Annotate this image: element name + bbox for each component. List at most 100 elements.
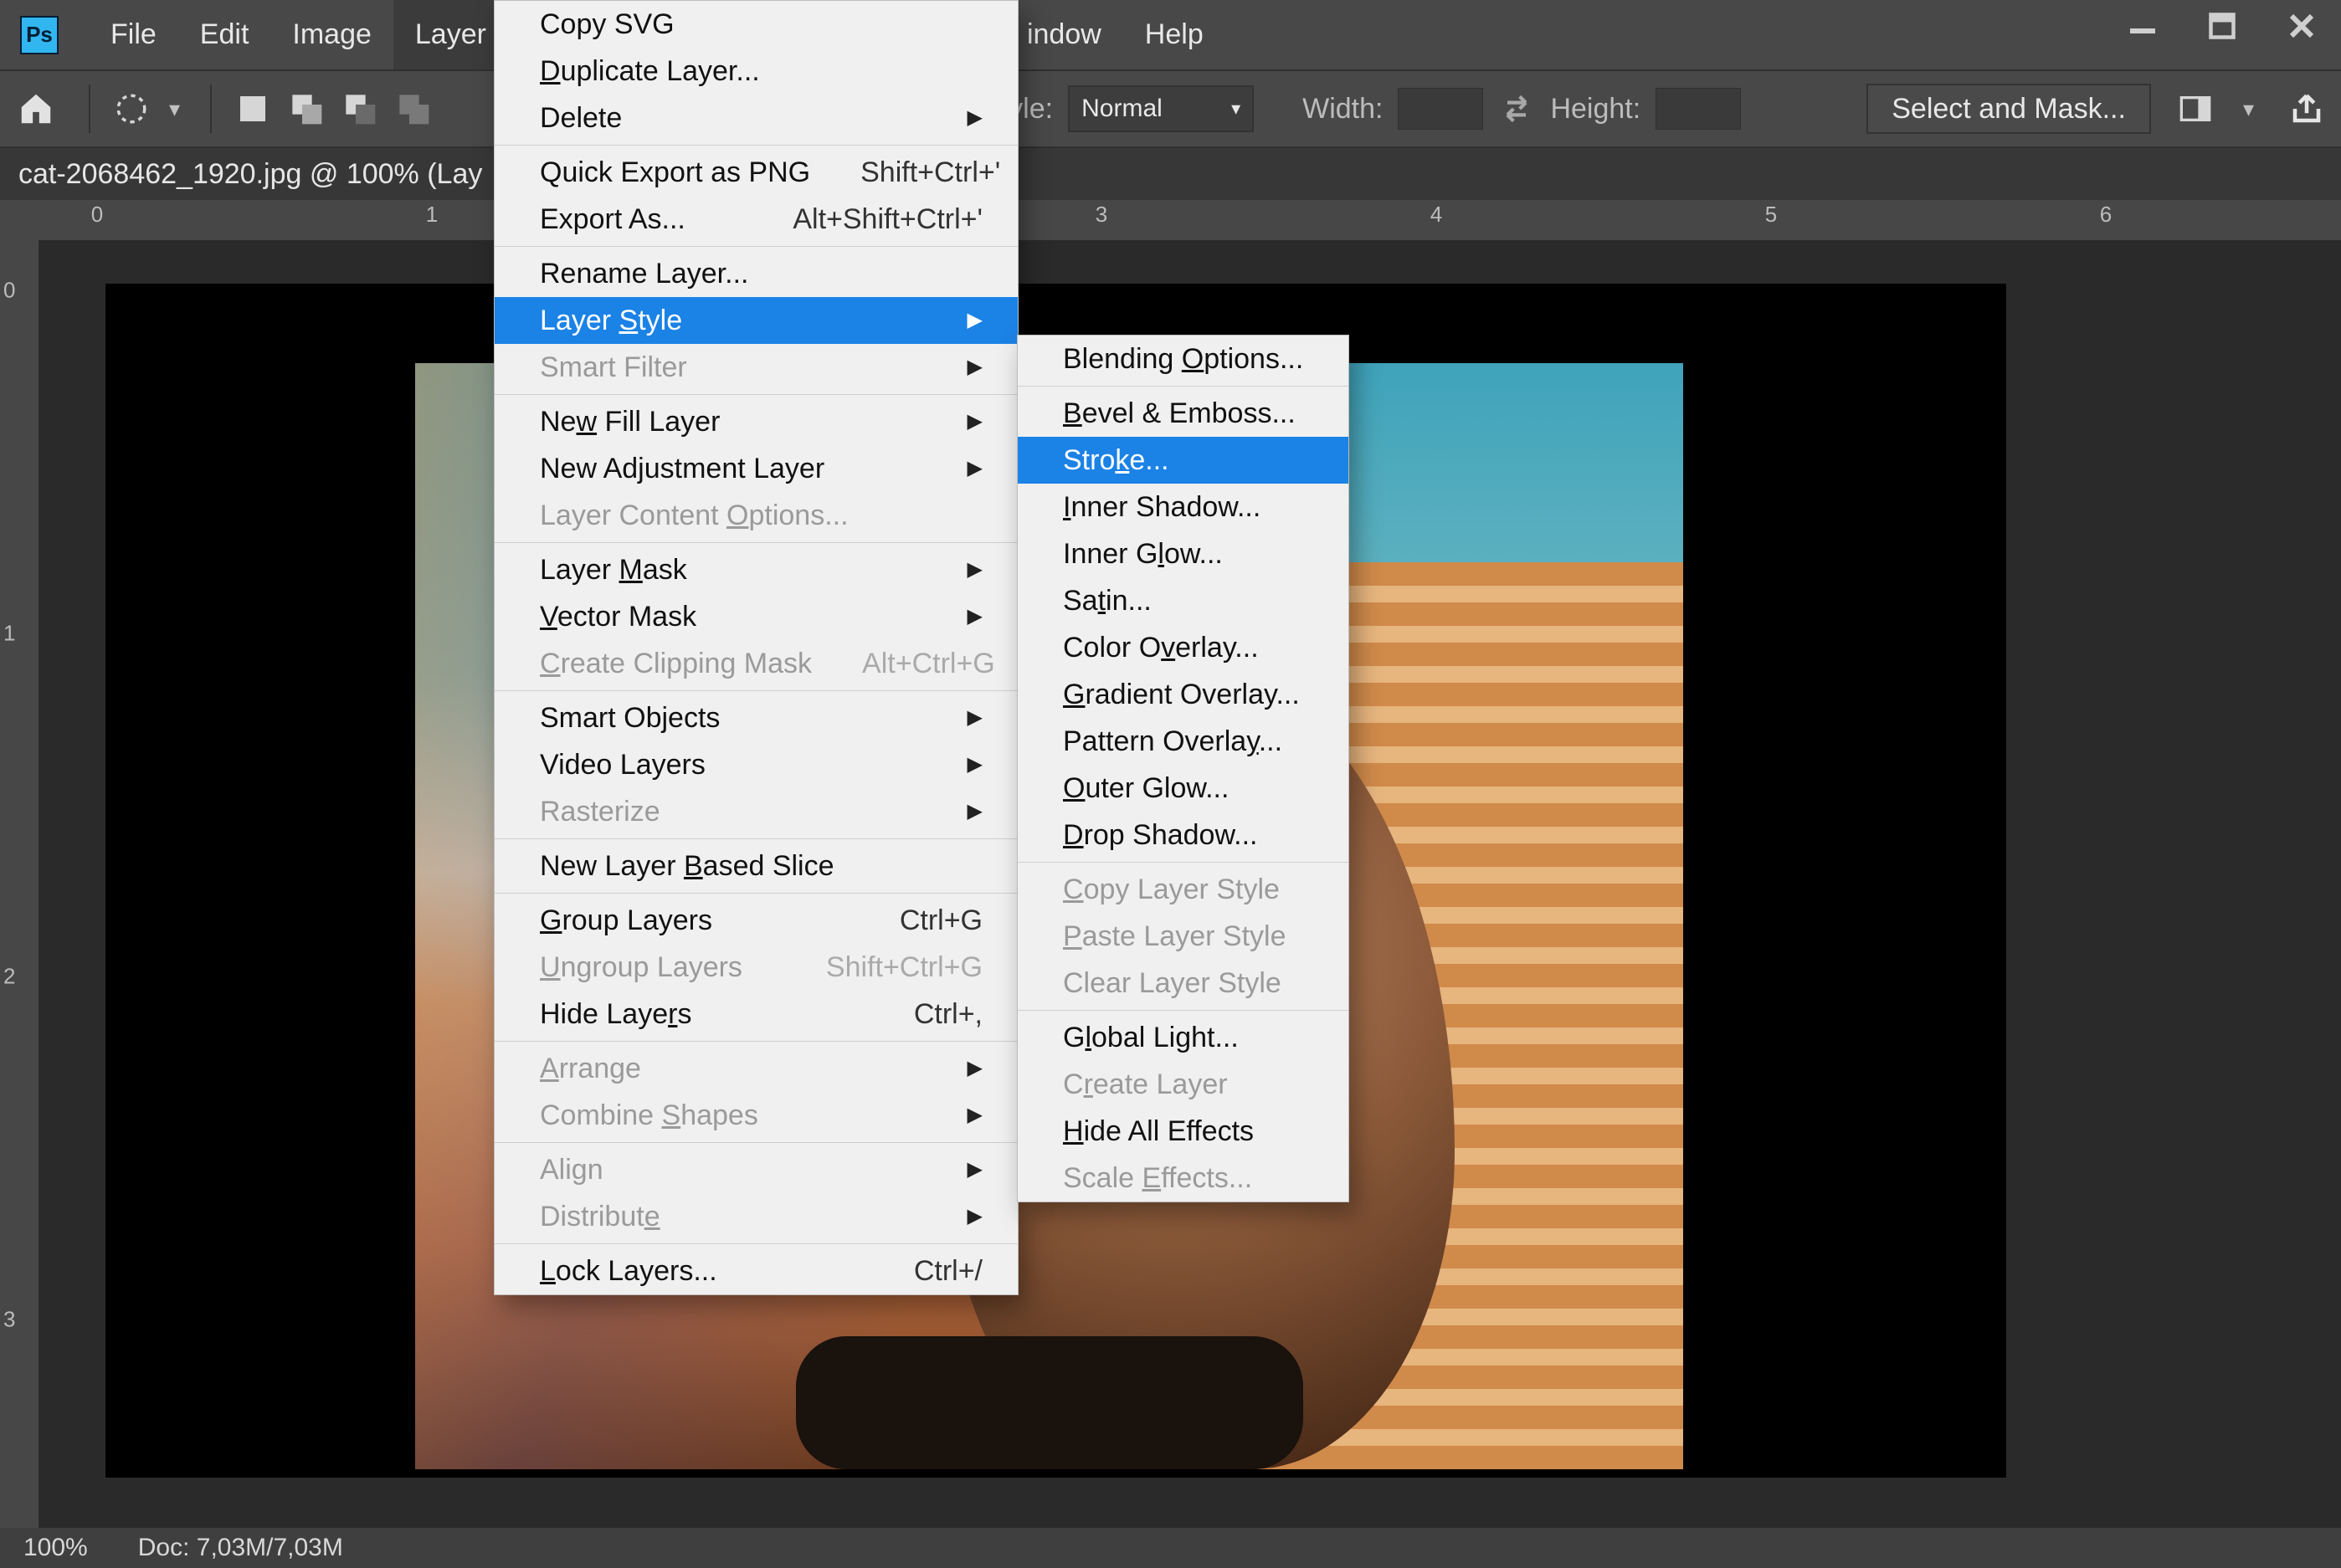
- menu-item-label: Export As...: [540, 205, 685, 233]
- menu-item-label: Bevel & Emboss...: [1063, 399, 1296, 428]
- menu-window[interactable]: indow: [1027, 0, 1123, 69]
- selection-new-icon[interactable]: [234, 90, 272, 128]
- style-menu-item-global-light[interactable]: Global Light...: [1018, 1014, 1348, 1061]
- menu-item-shortcut: Shift+Ctrl+': [860, 158, 1000, 187]
- layer-menu-item-new-layer-based-slice[interactable]: New Layer Based Slice: [495, 843, 1018, 889]
- layer-menu-item-smart-objects[interactable]: Smart Objects ▶: [495, 694, 1018, 741]
- menu-item-label: Layer Style: [540, 306, 682, 335]
- chevron-down-icon[interactable]: ▾: [169, 96, 180, 122]
- maximize-icon[interactable]: [2182, 7, 2261, 44]
- menu-item-label: New Layer Based Slice: [540, 852, 834, 880]
- window-controls: [2102, 0, 2341, 61]
- select-and-mask-button[interactable]: Select and Mask...: [1866, 84, 2151, 134]
- height-input[interactable]: [1656, 88, 1741, 130]
- style-menu-item-bevel-emboss[interactable]: Bevel & Emboss...: [1018, 390, 1348, 437]
- divider: [89, 85, 90, 133]
- status-docsize[interactable]: Doc: 7,03M/7,03M: [138, 1534, 343, 1562]
- layer-menu-item-rename-layer[interactable]: Rename Layer...: [495, 250, 1018, 297]
- menu-layer[interactable]: Layer: [393, 0, 508, 69]
- menu-image[interactable]: Image: [270, 0, 393, 69]
- layer-menu-item-vector-mask[interactable]: Vector Mask▶: [495, 593, 1018, 640]
- width-input[interactable]: [1398, 88, 1483, 130]
- selection-intersect-icon[interactable]: [394, 90, 433, 128]
- style-menu-item-satin[interactable]: Satin...: [1018, 577, 1348, 624]
- layer-menu-item-hide-layers[interactable]: Hide LayersCtrl+,: [495, 991, 1018, 1038]
- style-menu-item-paste-layer-style: Paste Layer Style: [1018, 913, 1348, 960]
- menu-item-shortcut: Alt+Shift+Ctrl+': [793, 205, 983, 233]
- share-icon[interactable]: [2287, 90, 2326, 128]
- layer-menu-item-new-adjustment-layer[interactable]: New Adjustment Layer▶: [495, 445, 1018, 492]
- style-select[interactable]: Normal ▾: [1068, 85, 1254, 132]
- menu-item-label: Smart Objects: [540, 704, 720, 732]
- ruler-tick: 3: [1096, 202, 1107, 228]
- style-menu-item-inner-shadow[interactable]: Inner Shadow...: [1018, 484, 1348, 530]
- menu-item-label: Distribute: [540, 1202, 660, 1231]
- status-bar: 100% Doc: 7,03M/7,03M: [0, 1528, 2341, 1568]
- document-tab-bar: cat-2068462_1920.jpg @ 100% (Lay: [0, 148, 2341, 202]
- layer-menu-item-layer-style[interactable]: Layer Style▶: [495, 297, 1018, 344]
- layer-menu-item-duplicate-layer[interactable]: Duplicate Layer...: [495, 48, 1018, 95]
- style-menu-item-inner-glow[interactable]: Inner Glow...: [1018, 530, 1348, 577]
- layer-menu-item-copy-svg[interactable]: Copy SVG: [495, 1, 1018, 48]
- layer-menu-item-video-layers[interactable]: Video Layers▶: [495, 741, 1018, 788]
- style-menu-item-copy-layer-style: Copy Layer Style: [1018, 866, 1348, 913]
- layer-menu-item-layer-content-options: Layer Content Options...: [495, 492, 1018, 539]
- menu-separator: [495, 838, 1018, 839]
- style-menu-item-color-overlay[interactable]: Color Overlay...: [1018, 624, 1348, 671]
- menu-separator: [495, 893, 1018, 894]
- ruler-horizontal[interactable]: 01234567: [39, 200, 2341, 242]
- style-menu-item-blending-options[interactable]: Blending Options...: [1018, 336, 1348, 382]
- layer-menu-item-delete[interactable]: Delete▶: [495, 95, 1018, 141]
- layer-menu-item-layer-mask[interactable]: Layer Mask▶: [495, 546, 1018, 593]
- marquee-ellipse-icon[interactable]: [112, 90, 151, 128]
- menu-separator: [495, 542, 1018, 543]
- submenu-arrow-icon: ▶: [968, 412, 983, 432]
- ruler-tick: 3: [3, 1307, 15, 1333]
- layer-menu-item-new-fill-layer[interactable]: New Fill Layer▶: [495, 398, 1018, 445]
- ruler-tick: 5: [1765, 202, 1777, 228]
- menu-item-label: Blending Options...: [1063, 345, 1303, 373]
- ruler-tick: 4: [1430, 202, 1442, 228]
- ruler-vertical[interactable]: 01234: [0, 240, 40, 1528]
- style-menu-item-pattern-overlay[interactable]: Pattern Overlay...: [1018, 718, 1348, 765]
- minimize-icon[interactable]: [2102, 7, 2182, 44]
- swap-dimensions-icon[interactable]: [1498, 90, 1535, 127]
- menu-edit[interactable]: Edit: [178, 0, 271, 69]
- home-icon[interactable]: [15, 88, 57, 130]
- style-menu-item-outer-glow[interactable]: Outer Glow...: [1018, 765, 1348, 812]
- submenu-arrow-icon: ▶: [968, 708, 983, 728]
- options-bar: ▾ Style: Normal ▾ Width: Height: Select …: [0, 69, 2341, 148]
- style-menu-item-gradient-overlay[interactable]: Gradient Overlay...: [1018, 671, 1348, 718]
- menu-file[interactable]: File: [89, 0, 178, 69]
- layer-menu-item-lock-layers[interactable]: Lock Layers...Ctrl+/: [495, 1248, 1018, 1294]
- menu-item-label: Group Layers: [540, 906, 712, 935]
- panel-toggle-icon[interactable]: [2176, 90, 2215, 128]
- selection-add-icon[interactable]: [287, 90, 326, 128]
- menu-separator: [495, 145, 1018, 146]
- ruler-corner: [0, 200, 40, 242]
- layer-menu-item-group-layers[interactable]: Group LayersCtrl+G: [495, 897, 1018, 944]
- selection-subtract-icon[interactable]: [341, 90, 379, 128]
- menu-item-label: Outer Glow...: [1063, 774, 1229, 802]
- style-menu-item-stroke[interactable]: Stroke...: [1018, 437, 1348, 484]
- layer-menu-item-quick-export-as-png[interactable]: Quick Export as PNGShift+Ctrl+': [495, 149, 1018, 196]
- menu-item-label: Hide All Effects: [1063, 1117, 1254, 1145]
- layer-menu-item-export-as[interactable]: Export As... Alt+Shift+Ctrl+': [495, 196, 1018, 243]
- document-tab-title[interactable]: cat-2068462_1920.jpg @ 100% (Lay: [18, 158, 482, 191]
- chevron-down-icon[interactable]: ▾: [2243, 96, 2254, 122]
- menu-item-label: Video Layers: [540, 751, 706, 779]
- submenu-arrow-icon: ▶: [968, 1160, 983, 1180]
- menu-help[interactable]: Help: [1123, 0, 1225, 69]
- menu-item-label: Inner Shadow...: [1063, 493, 1260, 521]
- close-icon[interactable]: [2261, 7, 2341, 44]
- style-menu-item-hide-all-effects[interactable]: Hide All Effects: [1018, 1108, 1348, 1155]
- menu-separator: [1018, 862, 1348, 863]
- menu-item-shortcut: Ctrl+,: [914, 1000, 983, 1028]
- menu-item-label: Satin...: [1063, 587, 1152, 615]
- submenu-arrow-icon: ▶: [968, 108, 983, 128]
- style-menu-item-drop-shadow[interactable]: Drop Shadow...: [1018, 812, 1348, 858]
- layer-menu: Copy SVGDuplicate Layer...Delete▶ Quick E…: [494, 0, 1019, 1295]
- menu-separator: [495, 394, 1018, 395]
- status-zoom[interactable]: 100%: [23, 1534, 88, 1562]
- ruler-tick: 2: [3, 964, 15, 990]
